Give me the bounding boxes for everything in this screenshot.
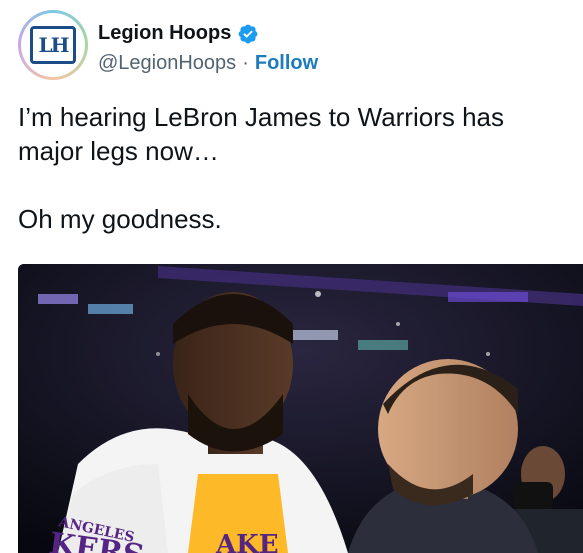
verified-badge-icon [238, 24, 258, 43]
follow-button[interactable]: Follow [255, 52, 318, 75]
tweet-text: I’m hearing LeBron James to Warriors has… [18, 102, 505, 234]
tweet-photo[interactable]: ANGELES KERS AKE [18, 264, 583, 553]
avatar[interactable]: LH [18, 10, 88, 80]
jersey-text-center: AKE [215, 530, 279, 553]
handle[interactable]: @LegionHoops [98, 52, 236, 75]
separator: · [242, 52, 249, 74]
display-name[interactable]: Legion Hoops [98, 22, 231, 45]
photo-scene: ANGELES KERS AKE [18, 264, 583, 553]
tweet-header: LH Legion Hoops @LegionHoops · Follow [18, 10, 578, 82]
legion-hoops-logo: LH [30, 26, 76, 64]
